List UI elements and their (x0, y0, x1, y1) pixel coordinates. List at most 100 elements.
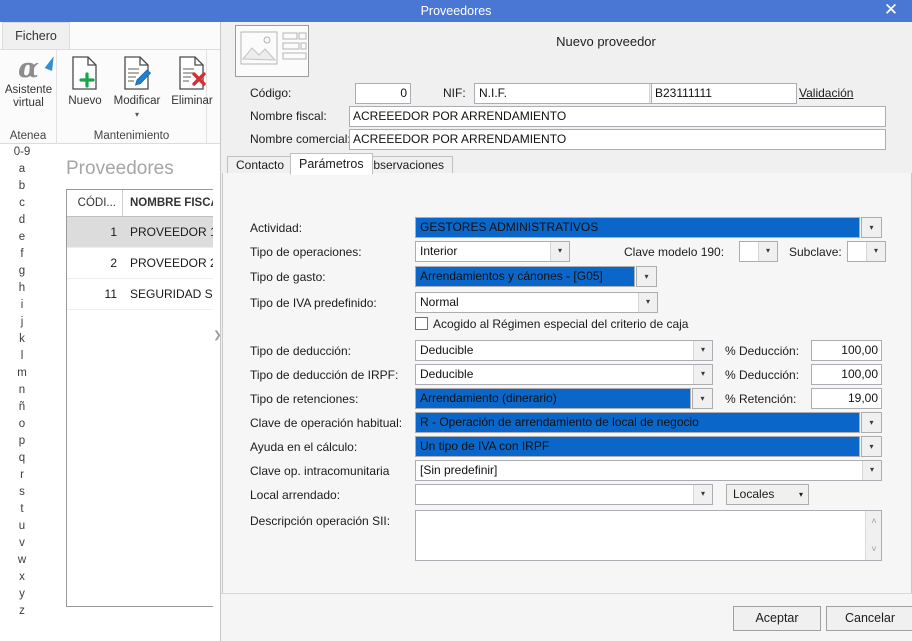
picture-placeholder-icon[interactable] (235, 25, 309, 77)
chevron-down-icon[interactable]: ▾ (693, 485, 712, 504)
alpha-index-letter-f[interactable]: f (0, 246, 44, 263)
alpha-index-letter-r[interactable]: r (0, 467, 44, 484)
tab-contacto[interactable]: Contacto (227, 156, 294, 174)
tab-parametros[interactable]: Parámetros (290, 153, 373, 175)
tipo-operaciones-combo[interactable]: Interior ▾ (415, 241, 570, 262)
close-icon[interactable]: ✕ (870, 0, 912, 22)
chevron-down-icon[interactable]: ▾ (693, 365, 712, 384)
label-pct-deduccion: % Deducción: (725, 344, 800, 358)
alpha-index-letter-m[interactable]: m (0, 365, 44, 382)
descripcion-sii-textarea[interactable]: ˄ ˅ (415, 510, 882, 561)
ayuda-calculo-combo[interactable]: Un tipo de IVA con IRPF ▾ (415, 436, 882, 457)
local-arrendado-combo[interactable]: ▾ (415, 484, 713, 505)
alpha-index-letter-v[interactable]: v (0, 535, 44, 552)
label-pct-deduccion-irpf: % Deducción: (725, 368, 800, 382)
label-pct-retencion: % Retención: (725, 392, 797, 406)
alpha-index-letter-b[interactable]: b (0, 178, 44, 195)
nif-input[interactable]: B23111111 (651, 83, 797, 104)
clave-intracomunitaria-value: [Sin predefinir] (420, 463, 498, 477)
cancelar-button[interactable]: Cancelar (826, 606, 912, 631)
alpha-index-letter-t[interactable]: t (0, 501, 44, 518)
eliminar-button[interactable]: Eliminar (167, 56, 217, 108)
cell-codigo: 2 (110, 256, 117, 270)
chevron-down-icon[interactable]: ▾ (862, 461, 881, 480)
chevron-down-icon[interactable]: ▾ (692, 388, 713, 409)
subclave-combo[interactable]: ▾ (847, 241, 886, 262)
criterio-caja-label: Acogido al Régimen especial del criterio… (433, 317, 689, 331)
modificar-dropdown-icon[interactable]: ▾ (109, 108, 165, 121)
pct-retencion-input[interactable]: 19,00 (811, 388, 882, 409)
tipo-iva-predefinido-combo[interactable]: Normal ▾ (415, 292, 658, 313)
scroll-up-icon[interactable]: ˄ (866, 513, 882, 530)
codigo-input[interactable]: 0 (355, 83, 411, 104)
tipo-deduccion-irpf-value: Deducible (420, 367, 474, 381)
label-local-arrendado: Local arrendado: (250, 488, 341, 502)
actividad-combo[interactable]: GESTORES ADMINISTRATIVOS ▾ (415, 217, 882, 238)
alpha-index-letter-h[interactable]: h (0, 280, 44, 297)
modificar-button[interactable]: Modificar ▾ (109, 56, 165, 121)
label-clave-intracomunitaria: Clave op. intracomunitaria (250, 464, 390, 478)
dialog-title: Nuevo proveedor (556, 34, 656, 49)
alpha-index-letter-u[interactable]: u (0, 518, 44, 535)
alpha-index-letter-s[interactable]: s (0, 484, 44, 501)
tipo-deduccion-irpf-combo[interactable]: Deducible ▾ (415, 364, 713, 385)
nombre-comercial-input[interactable]: ACREEEDOR POR ARRENDAMIENTO (349, 129, 886, 150)
label-nif: NIF: (443, 86, 466, 100)
alpha-index-letter-n[interactable]: n (0, 382, 44, 399)
tipo-gasto-combo[interactable]: Arrendamientos y cánones - [G05] ▾ (415, 266, 657, 287)
chevron-down-icon[interactable]: ▾ (638, 293, 657, 312)
alpha-index-letter-a[interactable]: a (0, 161, 44, 178)
nombre-fiscal-input[interactable]: ACREEEDOR POR ARRENDAMIENTO (349, 106, 886, 127)
alpha-index-letter-c[interactable]: c (0, 195, 44, 212)
tipo-retenciones-combo[interactable]: Arrendamiento (dinerario) ▾ (415, 388, 713, 409)
locales-button[interactable]: Locales ▾ (726, 484, 809, 505)
alpha-index-letter-y[interactable]: y (0, 586, 44, 603)
chevron-down-icon[interactable]: ▾ (636, 266, 657, 287)
chevron-down-icon[interactable]: ▾ (861, 412, 882, 433)
chevron-down-icon[interactable]: ▾ (693, 341, 712, 360)
alpha-index-letter-j[interactable]: j (0, 314, 44, 331)
nif-type-combo[interactable]: N.I.F. ▾ (474, 83, 669, 104)
nuevo-button[interactable]: Nuevo (63, 56, 107, 108)
chevron-down-icon[interactable]: ▾ (866, 242, 885, 261)
label-nombre-fiscal: Nombre fiscal: (250, 109, 327, 123)
alpha-index-letter-0-9[interactable]: 0-9 (0, 144, 44, 161)
alpha-index-letter-p[interactable]: p (0, 433, 44, 450)
criterio-caja-checkbox-row[interactable]: Acogido al Régimen especial del criterio… (415, 317, 688, 331)
aceptar-button[interactable]: Aceptar (733, 606, 821, 631)
alpha-index-letter-ñ[interactable]: ñ (0, 399, 44, 416)
alpha-index-letter-i[interactable]: i (0, 297, 44, 314)
pct-deduccion-input[interactable]: 100,00 (811, 340, 882, 361)
chevron-down-icon[interactable]: ▾ (758, 242, 777, 261)
alpha-index-letter-d[interactable]: d (0, 212, 44, 229)
alpha-index-letter-g[interactable]: g (0, 263, 44, 280)
scroll-down-icon[interactable]: ˅ (866, 541, 882, 558)
chevron-down-icon[interactable]: ▾ (861, 217, 882, 238)
label-clave-modelo-190: Clave modelo 190: (624, 245, 725, 259)
tipo-deduccion-combo[interactable]: Deducible ▾ (415, 340, 713, 361)
local-arrendado-value (416, 485, 693, 504)
criterio-caja-checkbox[interactable] (415, 317, 428, 330)
clave-intracomunitaria-combo[interactable]: [Sin predefinir] ▾ (415, 460, 882, 481)
alpha-index-letter-x[interactable]: x (0, 569, 44, 586)
alpha-index-letter-z[interactable]: z (0, 603, 44, 620)
textarea-scrollbar[interactable]: ˄ ˅ (865, 511, 881, 560)
actividad-value: GESTORES ADMINISTRATIVOS (416, 218, 859, 237)
validacion-link[interactable]: Validación (799, 86, 853, 100)
dialog-header: Nuevo proveedor Código: 0 NIF: N.I.F. ▾ … (221, 22, 912, 153)
pct-deduccion-irpf-input[interactable]: 100,00 (811, 364, 882, 385)
column-header-codigo[interactable]: CÓDI... (67, 190, 123, 216)
chevron-down-icon[interactable]: ▾ (550, 242, 569, 261)
alpha-index-letter-w[interactable]: w (0, 552, 44, 569)
alpha-index-letter-o[interactable]: o (0, 416, 44, 433)
asistente-virtual-button[interactable]: α Asistente virtual (0, 54, 58, 110)
tab-fichero[interactable]: Fichero (2, 22, 70, 50)
alpha-index-letter-k[interactable]: k (0, 331, 44, 348)
alpha-index-letter-e[interactable]: e (0, 229, 44, 246)
alpha-index-letter-q[interactable]: q (0, 450, 44, 467)
clave-modelo-190-combo[interactable]: ▾ (739, 241, 778, 262)
alpha-index-letter-l[interactable]: l (0, 348, 44, 365)
chevron-down-icon[interactable]: ▾ (861, 436, 882, 457)
chevron-down-icon[interactable]: ▾ (799, 485, 803, 504)
clave-operacion-habitual-combo[interactable]: R - Operación de arrendamiento de local … (415, 412, 882, 433)
